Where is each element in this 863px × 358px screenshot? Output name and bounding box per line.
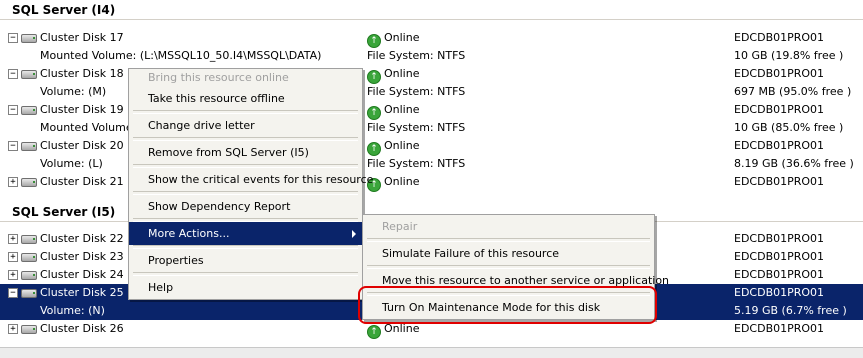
volume-size: 10 GB (85.0% free ) (734, 121, 844, 134)
online-icon: ↑ (367, 106, 381, 120)
resource-name: Cluster Disk 26 (40, 322, 124, 335)
disk-icon (21, 271, 37, 280)
resource-name: Cluster Disk 21 (40, 175, 124, 188)
disk-icon (21, 34, 37, 43)
disk-icon (21, 235, 37, 244)
disk-icon (21, 253, 37, 262)
status: ↑ Online (367, 65, 419, 84)
menu-item-bring-online[interactable]: Bring this resource online (129, 69, 362, 87)
owner-node: EDCDB01PRO01 (734, 139, 825, 152)
menu-item-dependency-report[interactable]: Show Dependency Report (129, 195, 362, 218)
collapse-icon[interactable]: − (8, 105, 18, 115)
resource-name: Cluster Disk 18 (40, 67, 124, 80)
resource-name: Cluster Disk 20 (40, 139, 124, 152)
menu-item-properties[interactable]: Properties (129, 249, 362, 272)
collapse-icon[interactable]: − (8, 141, 18, 151)
resource-name: Cluster Disk 17 (40, 31, 124, 44)
online-icon: ↑ (367, 70, 381, 84)
collapse-icon[interactable]: − (8, 288, 18, 298)
expand-icon[interactable]: + (8, 270, 18, 280)
owner-node: EDCDB01PRO01 (734, 103, 825, 116)
file-system: File System: NTFS (367, 157, 466, 170)
table-row[interactable]: − Cluster Disk 17 ↑ Online EDCDB01PRO01 (0, 29, 863, 48)
owner-node: EDCDB01PRO01 (734, 286, 825, 299)
volume-size: 10 GB (19.8% free ) (734, 49, 844, 62)
resource-name: Cluster Disk 25 (40, 286, 124, 299)
table-row[interactable]: Mounted Volume: (L:\MSSQL10_50.I4\MSSQL\… (0, 47, 863, 65)
menu-item-take-offline[interactable]: Take this resource offline (129, 87, 362, 110)
expand-icon[interactable]: + (8, 177, 18, 187)
menu-item-help[interactable]: Help (129, 276, 362, 299)
file-system: File System: NTFS (367, 121, 466, 134)
volume-name: Volume: (L) (40, 157, 103, 170)
volume-name: Volume: (M) (40, 85, 107, 98)
resource-name: Cluster Disk 19 (40, 103, 124, 116)
collapse-icon[interactable]: − (8, 33, 18, 43)
menu-item-more-actions[interactable]: More Actions... (129, 222, 362, 245)
owner-node: EDCDB01PRO01 (734, 250, 825, 263)
expand-icon[interactable]: + (8, 234, 18, 244)
volume-size: 8.19 GB (36.6% free ) (734, 157, 854, 170)
horizontal-scrollbar[interactable] (0, 347, 863, 358)
online-icon: ↑ (367, 142, 381, 156)
owner-node: EDCDB01PRO01 (734, 322, 825, 335)
owner-node: EDCDB01PRO01 (734, 232, 825, 245)
volume-name: Mounted Volume: (40, 121, 137, 134)
owner-node: EDCDB01PRO01 (734, 67, 825, 80)
resource-name: Cluster Disk 23 (40, 250, 124, 263)
status: ↑ Online (367, 173, 419, 192)
submenu-item-repair[interactable]: Repair (363, 215, 654, 238)
online-icon: ↑ (367, 34, 381, 48)
annotation-highlight-ring (358, 286, 657, 324)
group-header-i4: SQL Server (I4) (12, 3, 116, 17)
volume-name: Volume: (N) (40, 304, 105, 317)
volume-size: 697 MB (95.0% free ) (734, 85, 852, 98)
group-header-i5: SQL Server (I5) (12, 205, 116, 219)
menu-item-change-drive-letter[interactable]: Change drive letter (129, 114, 362, 137)
status: ↑ Online (367, 101, 419, 120)
expand-icon[interactable]: + (8, 252, 18, 262)
owner-node: EDCDB01PRO01 (734, 268, 825, 281)
collapse-icon[interactable]: − (8, 69, 18, 79)
file-system: File System: NTFS (367, 85, 466, 98)
disk-icon (21, 142, 37, 151)
resource-name: Cluster Disk 22 (40, 232, 124, 245)
context-menu: Bring this resource online Take this res… (128, 68, 373, 300)
menu-item-remove[interactable]: Remove from SQL Server (I5) (129, 141, 362, 164)
resource-name: Cluster Disk 24 (40, 268, 124, 281)
status: ↑ Online (367, 137, 419, 156)
online-icon: ↑ (367, 325, 381, 339)
submenu-item-simulate-failure[interactable]: Simulate Failure of this resource (363, 242, 654, 265)
menu-item-critical-events[interactable]: Show the critical events for this resour… (129, 168, 373, 191)
expand-icon[interactable]: + (8, 324, 18, 334)
owner-node: EDCDB01PRO01 (734, 31, 825, 44)
file-system: File System: NTFS (367, 49, 466, 62)
volume-name: Mounted Volume: (L:\MSSQL10_50.I4\MSSQL\… (40, 49, 322, 62)
volume-size: 5.19 GB (6.7% free ) (734, 304, 847, 317)
disk-icon (21, 70, 37, 79)
owner-node: EDCDB01PRO01 (734, 175, 825, 188)
disk-icon (21, 178, 37, 187)
disk-icon (21, 325, 37, 334)
submenu-arrow-icon (352, 230, 356, 238)
status: ↑ Online (367, 29, 419, 48)
disk-icon (21, 106, 37, 115)
disk-icon (21, 289, 37, 298)
group-divider (0, 19, 863, 20)
